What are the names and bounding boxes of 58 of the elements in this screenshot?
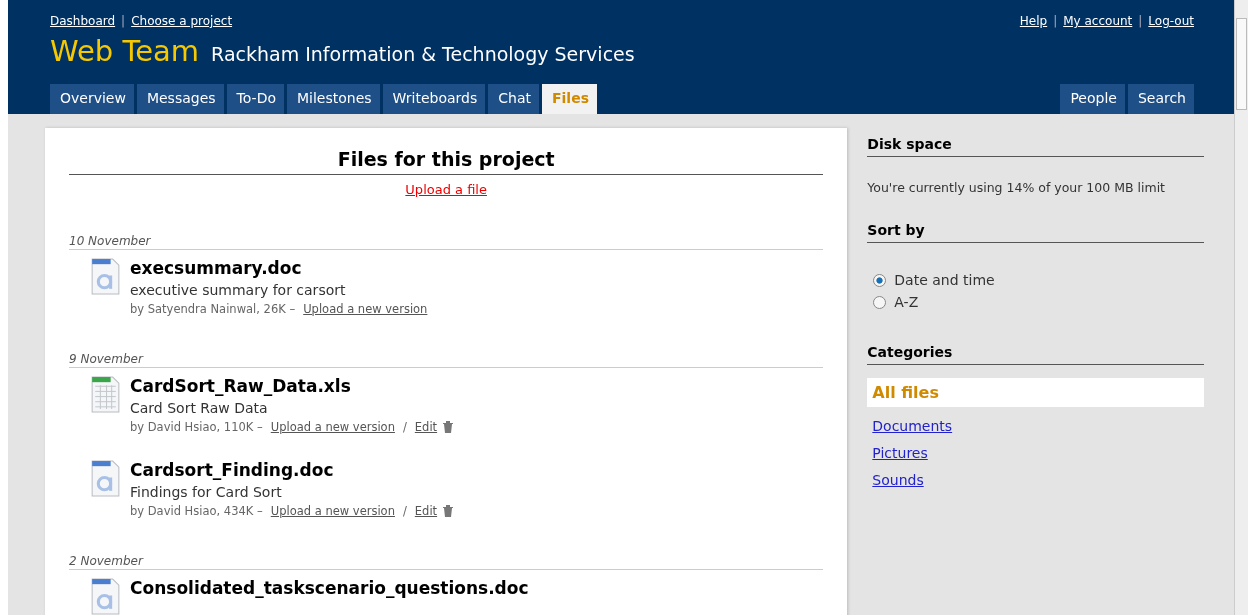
file-meta: by Satyendra Nainwal, 26K –: [130, 302, 296, 316]
file-name-link[interactable]: execsummary.doc: [130, 258, 428, 278]
upload-link[interactable]: Upload a file: [405, 182, 487, 197]
nav-tab[interactable]: Chat: [488, 84, 539, 114]
file-description: Findings for Card Sort: [130, 484, 283, 500]
section-heading: Disk space: [867, 136, 1204, 157]
disk-usage-text: You're currently using 14% of your 100 MB limit: [867, 180, 1167, 195]
category-link[interactable]: Pictures: [867, 445, 933, 461]
category-link[interactable]: Sounds: [867, 472, 929, 488]
file-description: Card Sort Raw Data: [130, 400, 269, 416]
nav-tab[interactable]: Milestones: [287, 84, 380, 114]
file-action-link[interactable]: Edit: [414, 504, 438, 518]
trash-icon[interactable]: [443, 505, 454, 517]
file-description: executive summary for carsort: [130, 282, 347, 298]
date-heading: 9 November: [69, 352, 824, 368]
company-name: Rackham Information & Technology Services: [211, 43, 635, 65]
file-action-link[interactable]: Upload a new version: [270, 504, 395, 518]
separator: |: [1138, 14, 1143, 28]
document-file-icon: [91, 258, 120, 295]
separator: |: [121, 14, 126, 28]
file-action-link[interactable]: Edit: [414, 420, 438, 434]
date-heading: 10 November: [69, 234, 824, 250]
file-action-link[interactable]: Upload a new version: [303, 302, 428, 316]
page-title: Files for this project: [69, 148, 824, 175]
sort-option[interactable]: Date and time: [873, 272, 1204, 288]
file-name-link[interactable]: Consolidated_taskscenario_questions.doc: [130, 578, 529, 598]
nav-link[interactable]: Dashboard: [50, 14, 116, 28]
spreadsheet-file-icon: [91, 376, 120, 413]
nav-tab[interactable]: Overview: [50, 84, 134, 114]
nav-tab[interactable]: Writeboards: [382, 84, 486, 114]
section-heading: Categories: [867, 344, 1204, 365]
section-heading: Sort by: [867, 222, 1204, 243]
radio-button[interactable]: [873, 295, 887, 309]
date-heading: 2 November: [69, 554, 824, 570]
separator: |: [1053, 14, 1058, 28]
project-name: Web Team: [50, 34, 200, 68]
account-link[interactable]: My account: [1063, 14, 1133, 28]
nav-link[interactable]: Choose a project: [131, 14, 233, 28]
radio-button[interactable]: [873, 273, 887, 287]
separator: /: [402, 504, 407, 518]
trash-icon[interactable]: [443, 421, 454, 433]
file-action-link[interactable]: Upload a new version: [270, 420, 395, 434]
document-file-icon: [91, 460, 120, 497]
file-name-link[interactable]: CardSort_Raw_Data.xls: [130, 376, 454, 396]
nav-tab[interactable]: Messages: [136, 84, 224, 114]
file-name-link[interactable]: Cardsort_Finding.doc: [130, 460, 454, 480]
account-link[interactable]: Log-out: [1148, 14, 1194, 28]
nav-tab[interactable]: To-Do: [226, 84, 284, 114]
account-link[interactable]: Help: [1019, 14, 1048, 28]
scrollbar[interactable]: [1234, 0, 1248, 615]
scrollbar-thumb[interactable]: [1236, 18, 1247, 110]
file-meta: by David Hsiao, 434K –: [130, 504, 263, 518]
separator: /: [402, 420, 407, 434]
nav-tab[interactable]: Search: [1127, 84, 1194, 114]
category-link[interactable]: Documents: [867, 418, 958, 434]
file-meta: by David Hsiao, 110K –: [130, 420, 263, 434]
sort-option[interactable]: A-Z: [873, 294, 1204, 310]
nav-tab[interactable]: People: [1060, 84, 1125, 114]
